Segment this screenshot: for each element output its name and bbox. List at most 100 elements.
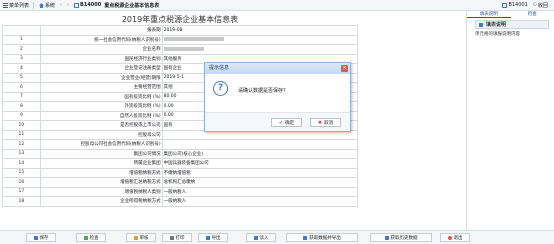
forward-button[interactable]: › [65,1,71,10]
table-row: 1 统一社会信用代码(纳税人识别号) [2,34,359,45]
row-value: 80.00 [163,94,177,100]
import-button[interactable]: 读入 [246,233,276,242]
cancel-icon: ✖ [317,119,323,126]
check-button[interactable]: 检查 [76,233,106,242]
ok-label: 确定 [285,120,295,126]
row-value: 其他 [163,85,173,91]
next-form-tab[interactable]: B14001 [500,1,529,10]
row-number: 8 [2,101,41,112]
fetch-history-button[interactable]: 获取历史数据 [370,233,432,242]
table-row: 13 集团公司情况 集团公司(核心企业) [2,148,359,159]
form-tab[interactable]: B14000 重点税源企业基本信息表 [72,1,161,10]
table-row: 14 所属企业集团 中国兵器装备集团公司 [2,158,359,169]
panel-tabs: 填表说明 检查 [467,11,554,18]
row-value: 一般纳税人 [163,199,187,205]
back-button[interactable]: ‹ [58,1,64,10]
collapse-toggle[interactable]: ⊙ 收回 [531,1,550,10]
row-value-cell[interactable] [161,34,359,45]
tab-instructions[interactable]: 填表说明 [467,11,511,18]
row-label: 增值税纳税方式 [39,167,163,178]
row-label: 增值税汇总纳税方式 [39,177,163,188]
instructions-header: 填表说明 [475,20,549,29]
next-form-code: B14001 [508,2,528,8]
row-number [2,25,41,36]
row-value: 中国兵器装备集团公司 [163,161,209,167]
header-marker-icon [479,23,483,27]
row-number: 18 [2,196,41,207]
row-label: 主要经营范围 [39,82,163,93]
chevron-right-icon: › [67,2,70,8]
review-label: 审核 [139,235,149,241]
row-value-cell[interactable]: 2019-08 [161,25,359,36]
fetch-history-label: 获取历史数据 [390,235,418,241]
print-label: 打印 [175,235,185,241]
save-icon [33,235,38,240]
table-row: 16 增值税汇总纳税方式 总机构汇总缴纳 [2,177,359,188]
history-icon [384,235,389,240]
cancel-label: 取消 [324,120,334,126]
row-value: 0.00 [163,113,174,119]
menu-list-button[interactable]: 菜单列表 [1,1,31,10]
row-value-cell[interactable]: 集团公司(核心企业) [161,148,359,159]
row-number: 15 [2,167,41,178]
table-row: 15 增值税纳税方式 不缴纳增值税 [2,167,359,178]
row-value-cell[interactable]: 一般纳税人 [161,196,359,207]
table-row: 2 企业名称 [2,44,359,55]
row-number: 4 [2,63,41,74]
fetch-export-label: 获取数据并导出 [309,235,341,241]
page-title: 2019年重点税源企业基本信息表 [121,15,239,24]
row-value: 集团公司(核心企业) [163,151,204,157]
import-icon [253,235,258,240]
row-value: 2019-5-1 [163,75,185,81]
print-icon [169,235,174,240]
check-icon [83,235,88,240]
row-value-cell[interactable]: 一般纳税人 [161,186,359,197]
row-value: 其他服务 [163,56,182,62]
exit-button[interactable]: 退出 [440,233,470,242]
row-value-cell[interactable]: 中国兵器装备集团公司 [161,158,359,169]
ok-button[interactable]: ✔ 确定 [271,118,302,127]
row-label: 集团公司情况 [39,148,163,159]
row-number: 13 [2,148,41,159]
export-button[interactable]: 导出 [198,233,228,242]
fetch-icon [303,235,308,240]
collapse-label: 收回 [537,2,548,9]
dialog-message: 请确认数据是否保存？ [238,88,289,94]
row-label: 外资投资比例 (%) [39,101,163,112]
tab-check[interactable]: 检查 [511,11,554,18]
close-icon[interactable]: × [341,65,348,72]
row-value-cell[interactable]: 总机构汇总缴纳 [161,177,359,188]
row-number: 16 [2,177,41,188]
save-label: 保存 [39,235,49,241]
row-label: 企业登记注册类型 [39,63,163,74]
row-number: 7 [2,91,41,102]
form-code: B14000 [80,2,102,8]
menu-icon [3,2,8,8]
row-value-cell[interactable] [161,44,359,55]
row-label: 是否控股或上市公司 [39,120,163,131]
save-button[interactable]: 保存 [26,233,56,242]
export-icon [205,235,210,240]
row-value-cell[interactable]: 不缴纳增值税 [161,167,359,178]
form-icon [502,2,508,8]
menu-label: 菜单列表 [9,2,30,9]
row-label: 企业名称 [39,44,163,55]
redacted-value [163,46,204,51]
review-button[interactable]: 审核 [126,233,156,242]
cancel-button[interactable]: ✖ 取消 [310,118,341,127]
import-label: 读入 [259,235,269,241]
toggle-icon: ⊙ [532,2,537,8]
row-value-cell[interactable] [161,139,359,150]
row-value: 一般纳税人 [163,189,187,195]
instructions-header-label: 填表说明 [486,22,507,28]
row-label: 统一社会信用代码(纳税人识别号) [39,34,163,45]
fetch-export-button[interactable]: 获取数据并导出 [286,233,358,242]
confirm-save-dialog: 提示信息 × ? 请确认数据是否保存？ ✔ 确定 ✖ 取消 [204,62,351,132]
row-value: 不缴纳增值税 [163,170,191,176]
system-menu-button[interactable]: 系统 [37,1,57,10]
row-number: 17 [2,186,41,197]
print-button[interactable]: 打印 [162,233,192,242]
row-value: 0.00 [163,103,174,109]
dialog-body: ? 请确认数据是否保存？ [205,74,350,112]
chevron-left-icon: ‹ [60,2,63,8]
